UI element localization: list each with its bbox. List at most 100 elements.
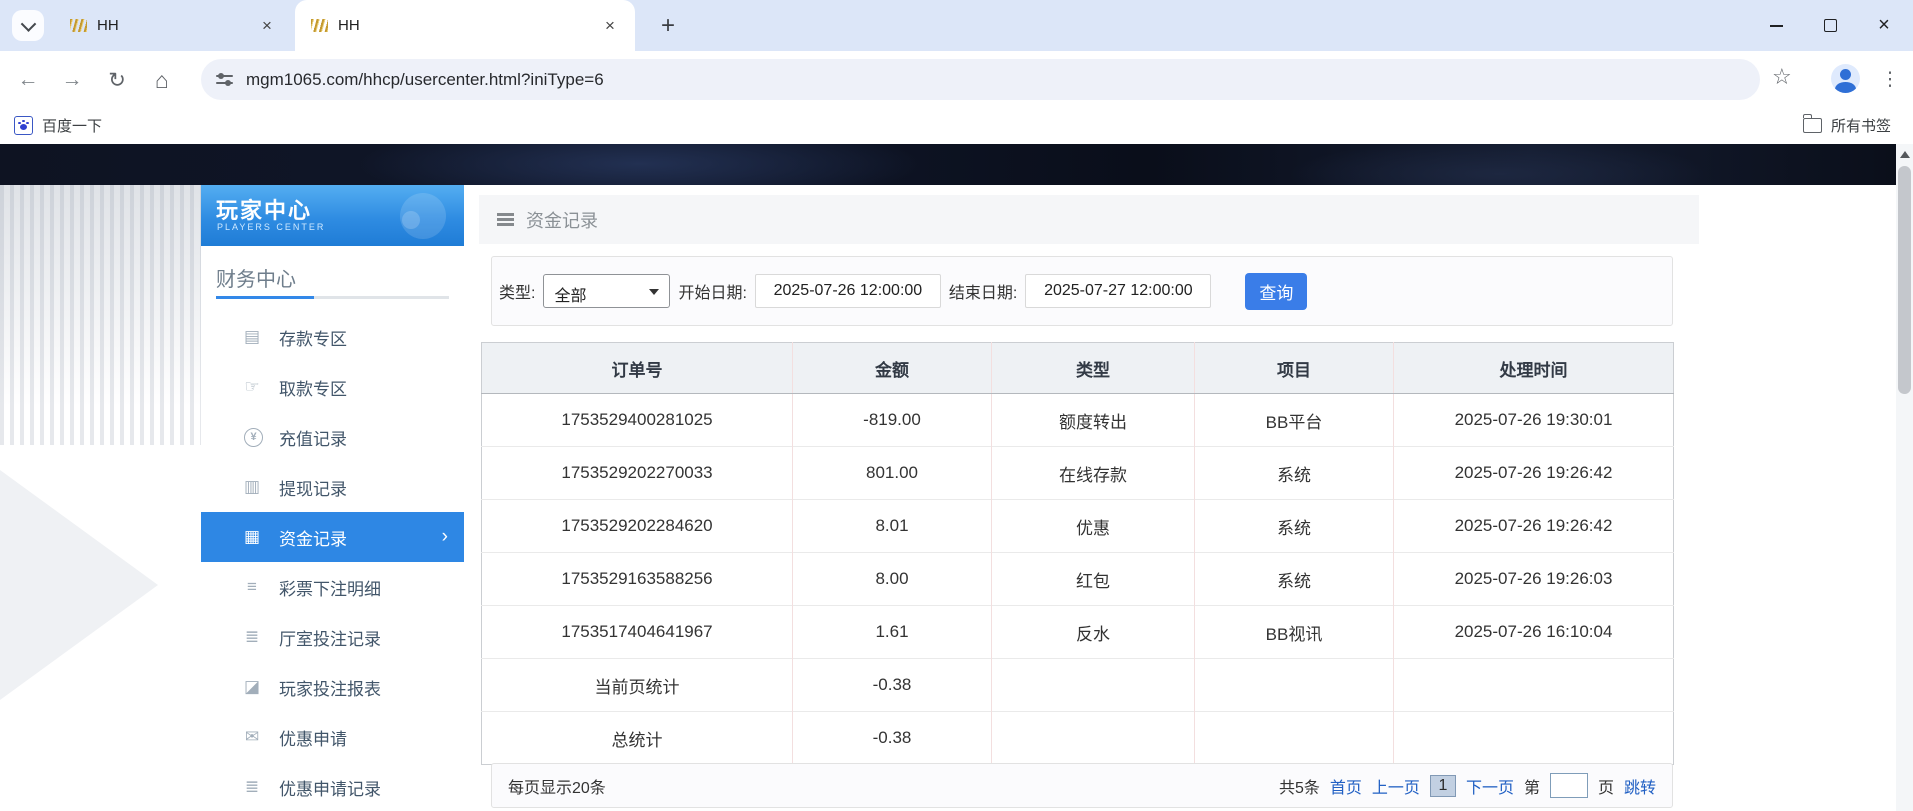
column-header: 金额 bbox=[793, 343, 992, 394]
jump-page-input[interactable] bbox=[1550, 773, 1588, 798]
sidebar-item-label: 资金记录 bbox=[279, 525, 347, 550]
profile-avatar[interactable] bbox=[1831, 64, 1860, 93]
table-row: 1753529163588256 8.00 红包 系统 2025-07-26 1… bbox=[482, 553, 1674, 606]
new-tab-button[interactable]: + bbox=[648, 0, 688, 51]
sidebar-title: 玩家中心 bbox=[216, 193, 312, 225]
reload-button[interactable]: ↻ bbox=[102, 65, 132, 95]
prev-page-link[interactable]: 上一页 bbox=[1372, 774, 1420, 798]
table-row: 1753529202270033 801.00 在线存款 系统 2025-07-… bbox=[482, 447, 1674, 500]
hall-bet-record-icon: ≣ bbox=[241, 627, 263, 647]
table-cell: 2025-07-26 19:26:03 bbox=[1394, 553, 1674, 606]
sidebar-item-player-bet-report[interactable]: ◪ 玩家投注报表 bbox=[201, 662, 464, 712]
table-cell: 总统计 bbox=[482, 712, 793, 765]
table-cell bbox=[1394, 712, 1674, 765]
table-cell: BB视讯 bbox=[1195, 606, 1394, 659]
end-date-input[interactable] bbox=[1025, 274, 1211, 308]
site-settings-icon[interactable] bbox=[216, 71, 233, 88]
deposit-card-icon: ▤ bbox=[241, 327, 263, 347]
funds-banknote-icon: ▦ bbox=[241, 527, 263, 547]
sidebar-item-label: 存款专区 bbox=[279, 325, 347, 350]
sidebar-item-withdraw-zone[interactable]: ☞ 取款专区 bbox=[201, 362, 464, 412]
sidebar-item-hall-bet-records[interactable]: ≣ 厅室投注记录 bbox=[201, 612, 464, 662]
tab-strip: HH × HH × + × bbox=[0, 0, 1913, 51]
sidebar-item-withdrawal-records[interactable]: ▥ 提现记录 bbox=[201, 462, 464, 512]
tab-close-icon[interactable]: × bbox=[599, 15, 621, 37]
url-text[interactable]: mgm1065.com/hhcp/usercenter.html?iniType… bbox=[246, 70, 604, 90]
jump-go-link[interactable]: 跳转 bbox=[1624, 774, 1656, 798]
bookmark-baidu[interactable]: 百度一下 bbox=[14, 113, 102, 138]
sidebar-section-title: 财务中心 bbox=[216, 263, 296, 292]
player-bet-report-icon: ◪ bbox=[241, 677, 263, 697]
back-button[interactable]: ← bbox=[13, 65, 43, 95]
sidebar-item-recharge-records[interactable]: ¥ 充值记录 bbox=[201, 412, 464, 462]
sidebar-item-label: 彩票下注明细 bbox=[279, 575, 381, 600]
table-cell bbox=[1195, 712, 1394, 765]
table-cell: -0.38 bbox=[793, 712, 992, 765]
table-cell: 额度转出 bbox=[992, 394, 1195, 447]
window-maximize-button[interactable] bbox=[1803, 0, 1857, 51]
withdraw-hand-icon: ☞ bbox=[241, 377, 263, 397]
controller-decor-icon bbox=[402, 211, 420, 229]
recharge-moneybag-icon: ¥ bbox=[244, 428, 263, 447]
page-title: 资金记录 bbox=[526, 207, 598, 233]
content-header: 资金记录 bbox=[479, 195, 1699, 244]
scrollbar-thumb[interactable] bbox=[1898, 166, 1911, 394]
type-label: 类型: bbox=[499, 279, 535, 303]
table-cell bbox=[1195, 659, 1394, 712]
folder-icon bbox=[1803, 118, 1822, 133]
sidebar-item-promo-apply[interactable]: ✉ 优惠申请 bbox=[201, 712, 464, 762]
sidebar-item-deposit-zone[interactable]: ▤ 存款专区 bbox=[201, 312, 464, 362]
hero-banner bbox=[0, 144, 1913, 185]
window-minimize-button[interactable] bbox=[1749, 0, 1803, 51]
home-button[interactable]: ⌂ bbox=[147, 65, 177, 95]
tab-active[interactable]: HH × bbox=[295, 0, 635, 51]
table-row: 1753529202284620 8.01 优惠 系统 2025-07-26 1… bbox=[482, 500, 1674, 553]
next-page-link[interactable]: 下一页 bbox=[1466, 774, 1514, 798]
bookmark-star-icon[interactable]: ☆ bbox=[1772, 64, 1792, 90]
sidebar-item-promo-apply-records[interactable]: ≣ 优惠申请记录 bbox=[201, 762, 464, 811]
window-close-button[interactable]: × bbox=[1857, 0, 1911, 51]
sidebar-item-label: 厅室投注记录 bbox=[279, 625, 381, 650]
sidebar-item-funds-records[interactable]: ▦ 资金记录 › bbox=[201, 512, 464, 562]
type-select-value: 全部 bbox=[554, 282, 586, 306]
tab-search-button[interactable] bbox=[12, 10, 44, 41]
table-cell: -0.38 bbox=[793, 659, 992, 712]
table-cell: BB平台 bbox=[1195, 394, 1394, 447]
tab-inactive[interactable]: HH × bbox=[54, 0, 292, 51]
all-bookmarks-button[interactable]: 所有书签 bbox=[1803, 113, 1891, 138]
background-triangle-decor bbox=[0, 470, 158, 700]
tab-title: HH bbox=[97, 17, 256, 34]
sidebar-item-label: 取款专区 bbox=[279, 375, 347, 400]
type-select[interactable]: 全部 bbox=[543, 274, 670, 308]
sidebar-item-label: 提现记录 bbox=[279, 475, 347, 500]
column-header: 类型 bbox=[992, 343, 1195, 394]
first-page-link[interactable]: 首页 bbox=[1330, 774, 1362, 798]
total-count-text: 共5条 bbox=[1279, 774, 1320, 798]
hamburger-icon[interactable] bbox=[497, 213, 514, 226]
sidebar-item-label: 优惠申请 bbox=[279, 725, 347, 750]
minimize-icon bbox=[1770, 25, 1783, 27]
table-cell: 801.00 bbox=[793, 447, 992, 500]
table-cell: 1753529163588256 bbox=[482, 553, 793, 606]
scrollbar-up-arrow-icon[interactable] bbox=[1900, 151, 1910, 158]
forward-button[interactable]: → bbox=[57, 65, 87, 95]
sidebar-item-lottery-bet-details[interactable]: ≡ 彩票下注明细 bbox=[201, 562, 464, 612]
window-controls: × bbox=[1749, 0, 1911, 51]
start-date-input[interactable] bbox=[755, 274, 941, 308]
browser-menu-icon[interactable]: ⋮ bbox=[1878, 65, 1902, 93]
search-button[interactable]: 查询 bbox=[1245, 273, 1307, 310]
table-cell: 优惠 bbox=[992, 500, 1195, 553]
table-cell: 红包 bbox=[992, 553, 1195, 606]
table-cell: 系统 bbox=[1195, 447, 1394, 500]
address-bar[interactable]: mgm1065.com/hhcp/usercenter.html?iniType… bbox=[201, 59, 1760, 100]
page-scrollbar[interactable] bbox=[1896, 144, 1913, 811]
screen: HH × HH × + × ← → ↻ ⌂ mgm1065.com/hhcp/u… bbox=[0, 0, 1913, 811]
pagination-controls: 共5条 首页 上一页 1 下一页 第 页 跳转 bbox=[1279, 773, 1656, 798]
chevron-down-icon bbox=[20, 16, 36, 32]
table-cell bbox=[992, 712, 1195, 765]
table-cell bbox=[992, 659, 1195, 712]
tab-close-icon[interactable]: × bbox=[256, 15, 278, 37]
table-row-page-summary: 当前页统计 -0.38 bbox=[482, 659, 1674, 712]
table-cell bbox=[1394, 659, 1674, 712]
jump-suffix-text: 页 bbox=[1598, 774, 1614, 798]
